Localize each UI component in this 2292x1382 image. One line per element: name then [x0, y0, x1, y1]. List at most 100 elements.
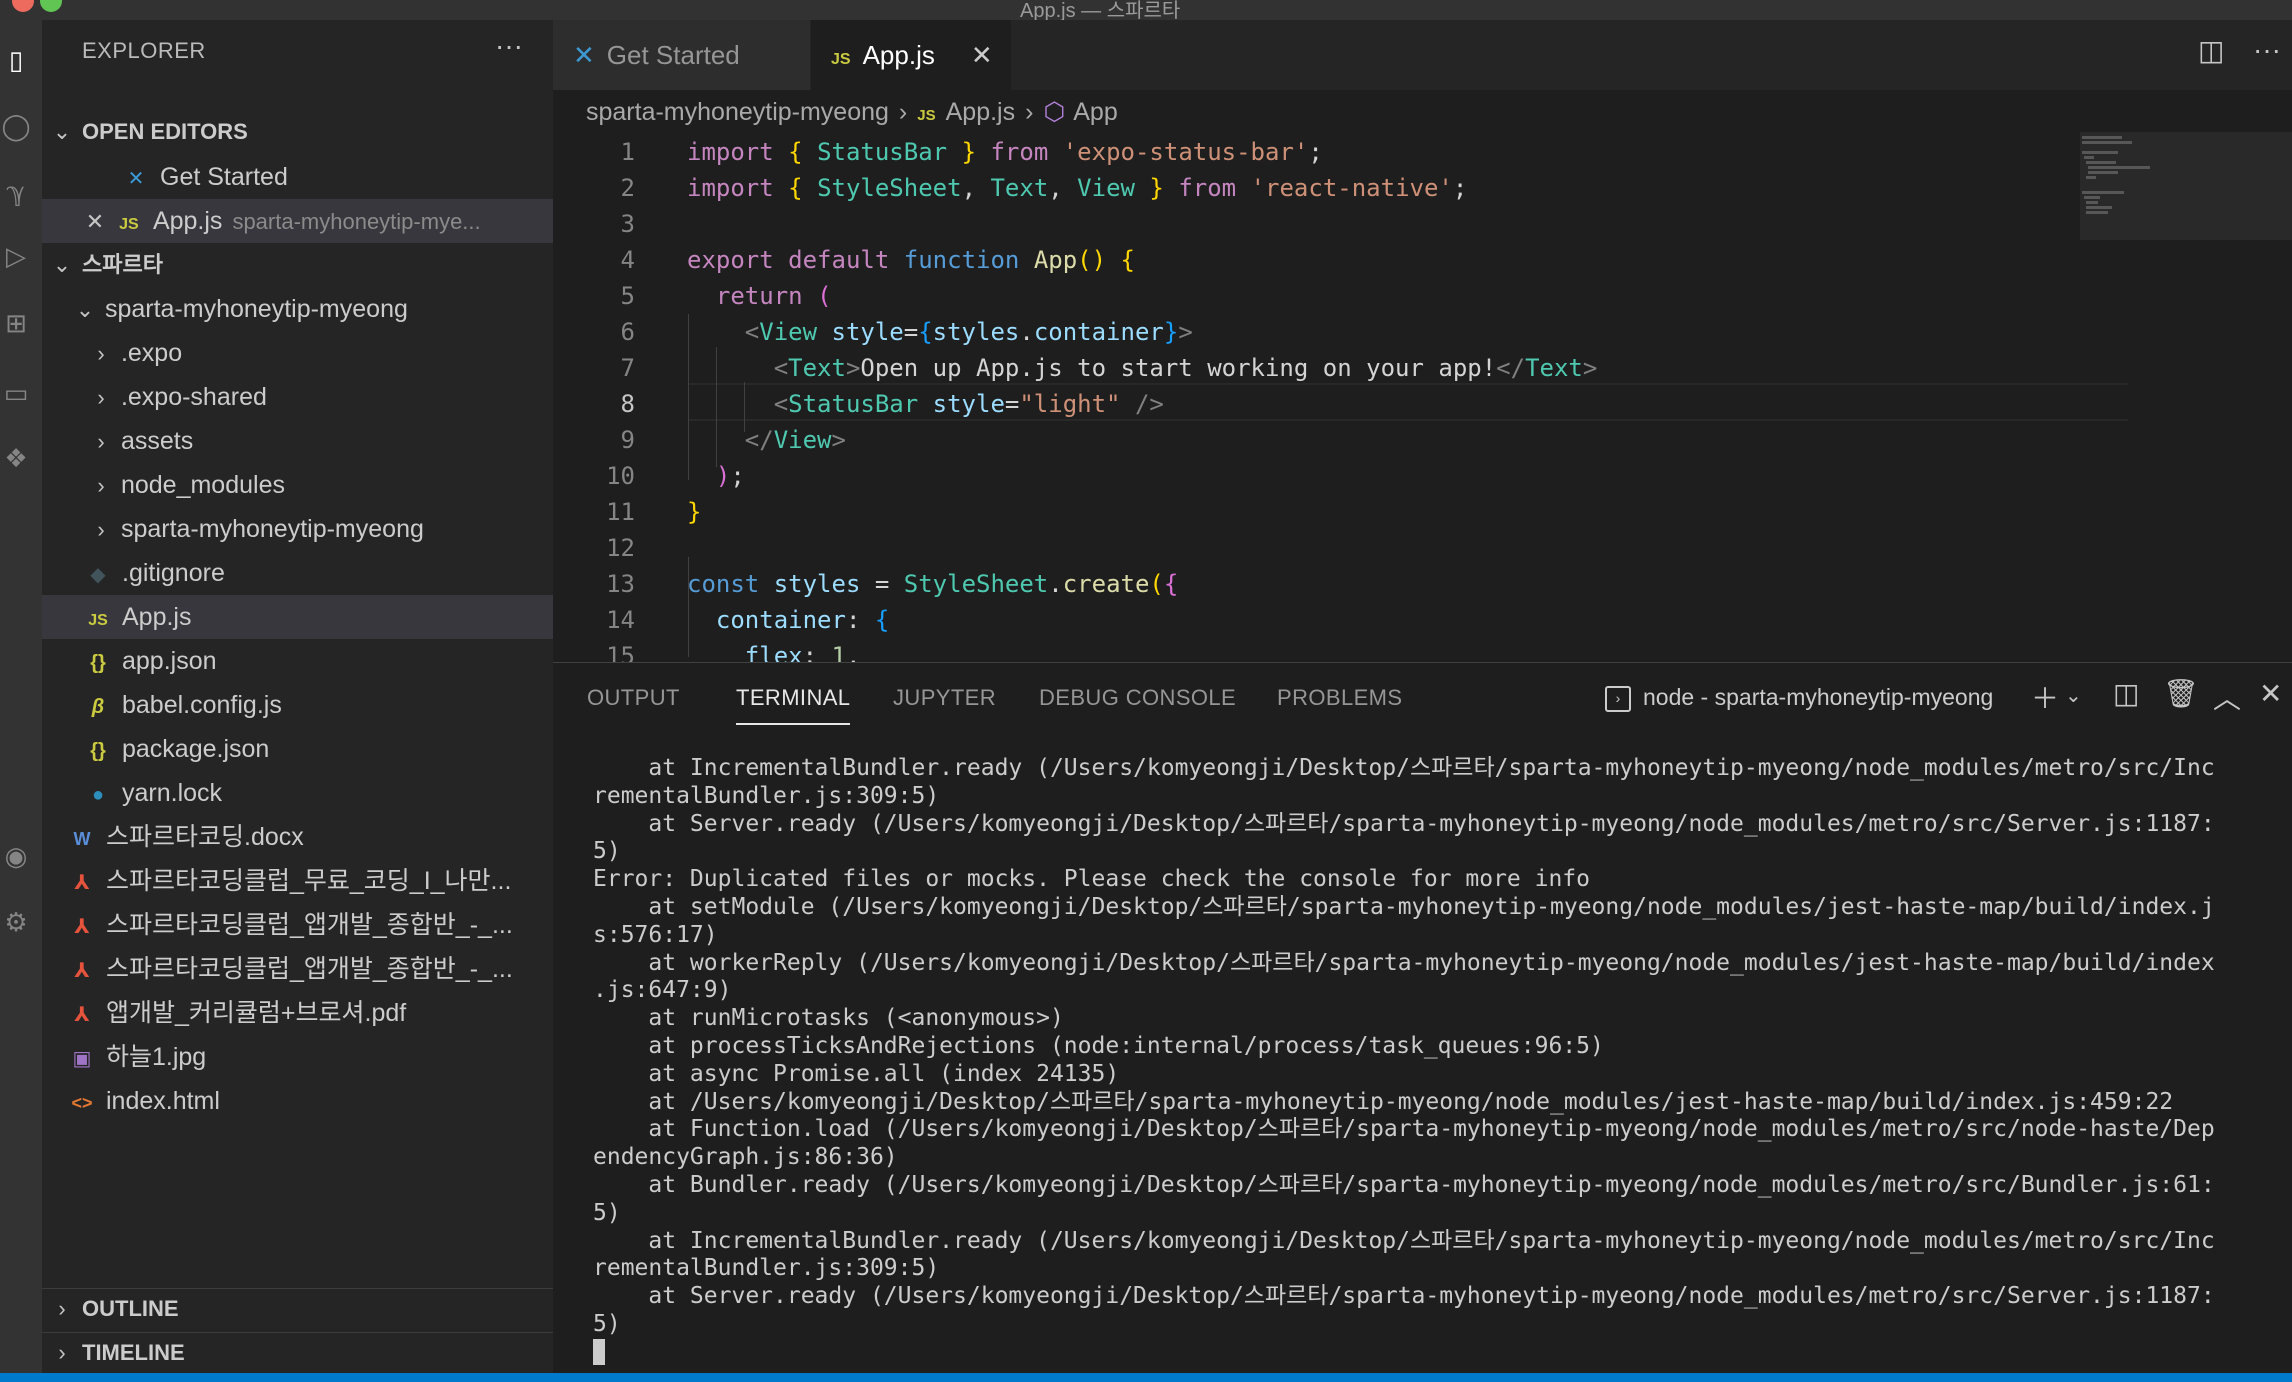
- terminal-prompt[interactable]: [593, 1339, 2253, 1367]
- source-control-icon[interactable]: ℽ: [0, 174, 32, 210]
- tab-debug-console[interactable]: DEBUG CONSOLE: [1039, 685, 1236, 711]
- python-icon[interactable]: ❖: [0, 440, 32, 476]
- file-gitignore[interactable]: ◆ .gitignore: [42, 551, 553, 595]
- editor-tab-bar: ✕ Get Started JS App.js ✕ ◫ ···: [553, 20, 2292, 90]
- tab-jupyter[interactable]: JUPYTER: [893, 685, 996, 711]
- chevron-right-icon: ›: [97, 517, 105, 542]
- chevron-right-icon: ›: [1025, 98, 1034, 126]
- code-line: flex: 1,: [744, 642, 861, 662]
- file-pdf-3[interactable]: ⅄ 스파르타코딩클럽_앱개발_종합반_-_...: [42, 947, 553, 991]
- folder-expo-shared[interactable]: › .expo-shared: [42, 375, 553, 419]
- folder-assets[interactable]: › assets: [42, 419, 553, 463]
- close-window-button[interactable]: [12, 0, 34, 12]
- file-docx[interactable]: W 스파르타코딩.docx: [42, 815, 553, 859]
- word-file-icon: W: [73, 829, 91, 849]
- line-number: 1: [620, 138, 635, 166]
- file-app-json[interactable]: {} app.json: [42, 639, 553, 683]
- file-pdf-2[interactable]: ⅄ 스파르타코딩클럽_앱개발_종합반_-_...: [42, 903, 553, 947]
- folder-sparta-nested[interactable]: › sparta-myhoneytip-myeong: [42, 507, 553, 551]
- folder-expo[interactable]: › .expo: [42, 331, 553, 375]
- tab-terminal[interactable]: TERMINAL: [736, 685, 851, 725]
- terminal-line: Error: Duplicated files or mocks. Please…: [593, 866, 1590, 893]
- search-icon[interactable]: ◯: [0, 108, 32, 144]
- file-babel-config[interactable]: β babel.config.js: [42, 683, 553, 727]
- explorer-title: EXPLORER: [82, 38, 206, 63]
- chevron-down-icon: ⌄: [52, 119, 72, 144]
- terminal-line: endencyGraph.js:86:36): [593, 1144, 898, 1171]
- tab-get-started[interactable]: ✕ Get Started: [553, 20, 811, 90]
- timeline-section[interactable]: › TIMELINE: [42, 1332, 553, 1373]
- line-number: 3: [620, 210, 635, 238]
- line-number: 8: [620, 390, 635, 418]
- workspace-section[interactable]: ⌄ 스파르타: [42, 245, 553, 285]
- file-package-json[interactable]: {} package.json: [42, 727, 553, 771]
- js-file-icon: JS: [917, 107, 936, 124]
- status-bar: [0, 1373, 2292, 1382]
- split-editor-icon[interactable]: ◫: [2198, 34, 2224, 67]
- vscode-logo-icon: ✕: [573, 40, 595, 70]
- code-line: </View>: [744, 426, 846, 454]
- file-jpg[interactable]: ▣ 하늘1.jpg: [42, 1035, 553, 1079]
- editor-more-actions-icon[interactable]: ···: [2253, 34, 2281, 66]
- terminal-line: .js:647:9): [593, 977, 732, 1004]
- breadcrumb-symbol[interactable]: App: [1073, 98, 1117, 126]
- chevron-down-icon: ⌄: [52, 252, 72, 277]
- open-editors-section[interactable]: ⌄ OPEN EDITORS: [42, 112, 553, 152]
- file-yarn-lock[interactable]: ● yarn.lock: [42, 771, 553, 815]
- terminal-line: at IncrementalBundler.ready (/Users/komy…: [593, 755, 2215, 781]
- file-index-html[interactable]: <> index.html: [42, 1079, 553, 1123]
- close-tab-icon[interactable]: ✕: [971, 40, 993, 70]
- files-icon[interactable]: ▯: [0, 42, 32, 78]
- folder-node-modules[interactable]: › node_modules: [42, 463, 553, 507]
- close-panel-icon[interactable]: ✕: [2259, 677, 2282, 710]
- terminal-line: at processTicksAndRejections (node:inter…: [593, 1032, 1604, 1059]
- remote-explorer-icon[interactable]: ▭: [0, 375, 32, 411]
- terminal-line: at runMicrotasks (<anonymous>): [593, 1005, 1064, 1032]
- minimap[interactable]: [2080, 132, 2292, 662]
- close-icon[interactable]: ✕: [82, 200, 108, 243]
- run-debug-icon[interactable]: ▷: [0, 238, 32, 274]
- zoom-window-button[interactable]: [40, 0, 62, 12]
- js-file-icon: JS: [88, 612, 108, 629]
- file-pdf-1[interactable]: ⅄ 스파르타코딩클럽_무료_코딩_I_나만...: [42, 859, 553, 903]
- pdf-file-icon: ⅄: [74, 960, 90, 982]
- file-pdf-4[interactable]: ⅄ 앱개발_커리큘럼+브로셔.pdf: [42, 991, 553, 1035]
- terminal-selector[interactable]: › node - sparta-myhoneytip-myeong: [1605, 679, 1993, 715]
- code-editor[interactable]: 1 2 3 4 5 6 7 8 9 10 11 12 13 14 15 impo…: [553, 132, 2292, 662]
- breadcrumb: sparta-myhoneytip-myeong › JS App.js › ⬡ App: [586, 92, 1118, 132]
- file-app-js[interactable]: JS App.js: [42, 595, 553, 639]
- extensions-icon[interactable]: ⊞: [0, 305, 32, 341]
- git-icon: ◆: [90, 564, 106, 586]
- new-terminal-icon[interactable]: ＋: [2031, 677, 2059, 717]
- tab-output[interactable]: OUTPUT: [587, 685, 680, 711]
- split-terminal-icon[interactable]: ◫: [2113, 677, 2139, 710]
- terminal-line: at IncrementalBundler.ready (/Users/komy…: [593, 1227, 2215, 1254]
- terminal-line: at Server.ready (/Users/komyeongji/Deskt…: [593, 1283, 2215, 1310]
- chevron-down-icon[interactable]: ⌄: [2065, 683, 2082, 708]
- tab-problems[interactable]: PROBLEMS: [1277, 685, 1402, 711]
- open-editor-app-js[interactable]: ✕ JS App.js sparta-myhoneytip-mye...: [42, 199, 553, 243]
- terminal-line: 5): [593, 838, 621, 865]
- terminal-output[interactable]: at IncrementalBundler.ready (/Users/komy…: [593, 755, 2253, 1367]
- line-number: 4: [620, 246, 635, 274]
- activity-bar: ▯ ◯ ℽ ▷ ⊞ ▭ ❖ ◉ ⚙: [0, 20, 42, 1382]
- chevron-right-icon: ›: [58, 1340, 66, 1365]
- html-file-icon: <>: [71, 1093, 93, 1113]
- code-line: );: [715, 462, 745, 490]
- settings-gear-icon[interactable]: ⚙: [0, 904, 32, 940]
- breadcrumb-folder[interactable]: sparta-myhoneytip-myeong: [586, 98, 889, 126]
- breadcrumb-file[interactable]: App.js: [946, 98, 1015, 126]
- terminal-line: at Function.load (/Users/komyeongji/Desk…: [593, 1116, 2215, 1143]
- account-icon[interactable]: ◉: [0, 838, 32, 874]
- tab-app-js[interactable]: JS App.js ✕: [811, 20, 1011, 90]
- folder-root[interactable]: ⌄ sparta-myhoneytip-myeong: [42, 287, 553, 331]
- code-line: import { StyleSheet, Text, View } from '…: [687, 174, 1468, 202]
- more-actions-icon[interactable]: ···: [495, 30, 523, 62]
- chevron-right-icon: ›: [898, 98, 908, 126]
- open-editor-get-started[interactable]: ✕ Get Started: [42, 155, 553, 199]
- minimap-slider[interactable]: [2080, 132, 2292, 240]
- maximize-panel-icon[interactable]: ︿: [2213, 677, 2241, 717]
- outline-section[interactable]: › OUTLINE: [42, 1288, 553, 1329]
- trash-icon[interactable]: 🗑: [2163, 677, 2199, 710]
- terminal-line: at Server.ready (/Users/komyeongji/Deskt…: [593, 810, 2215, 837]
